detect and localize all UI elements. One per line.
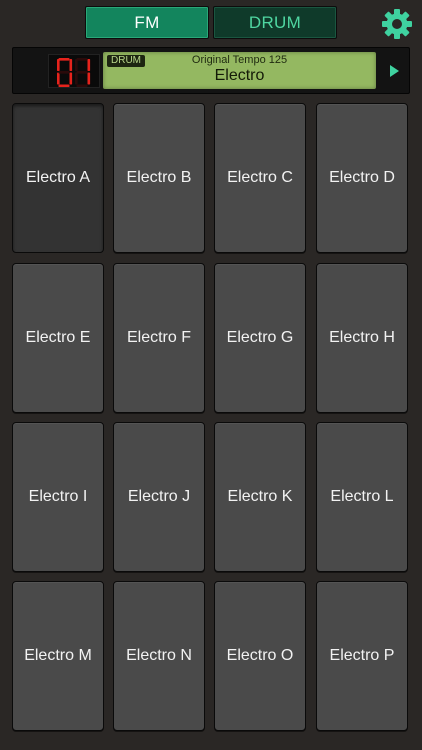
drum-pad-label: Electro K — [227, 488, 293, 505]
drum-pad[interactable]: Electro M — [12, 581, 104, 731]
drum-pad[interactable]: Electro E — [12, 263, 104, 413]
led-segment — [76, 71, 88, 74]
tab-fm[interactable]: FM — [85, 6, 209, 39]
drum-pad-label: Electro O — [226, 647, 294, 664]
tab-drum[interactable]: DRUM — [213, 6, 337, 39]
drum-pad-label: Electro D — [329, 169, 395, 186]
kit-subtitle: Original Tempo 125 — [191, 54, 288, 66]
led-segment — [87, 59, 91, 71]
drum-pad-label: Electro F — [126, 329, 191, 346]
drum-pad-label: Electro H — [329, 329, 395, 346]
drum-pad-label: Electro P — [329, 647, 395, 664]
settings-button[interactable] — [381, 8, 413, 40]
tab-drum-label: DRUM — [248, 12, 302, 32]
kit-title: Electro — [214, 67, 265, 84]
drum-pad-label: Electro C — [227, 169, 293, 186]
tab-fm-label: FM — [134, 12, 160, 32]
kit-lcd-display: DRUM Original Tempo 125 Electro — [103, 52, 376, 89]
gear-icon — [382, 9, 412, 39]
drum-pad[interactable]: Electro D — [316, 103, 408, 253]
drum-pad[interactable]: Electro H — [316, 263, 408, 413]
led-segment — [69, 72, 73, 85]
led-segment — [76, 58, 88, 61]
led-segment — [57, 59, 60, 71]
led-segment — [58, 84, 70, 88]
next-kit-button[interactable] — [384, 61, 404, 81]
mode-tabs: FM DRUM — [85, 6, 337, 41]
drum-pad[interactable]: Electro G — [214, 263, 306, 413]
led-segment — [69, 59, 73, 71]
drum-pad-label: Electro I — [28, 488, 88, 505]
drum-pad[interactable]: Electro N — [113, 581, 205, 731]
led-segment — [57, 72, 60, 85]
drum-pad[interactable]: Electro I — [12, 422, 104, 572]
drum-pad[interactable]: Electro K — [214, 422, 306, 572]
drum-pad[interactable]: Electro L — [316, 422, 408, 572]
drum-pad-label: Electro G — [226, 329, 294, 346]
drum-pad-label: Electro J — [127, 488, 191, 505]
drum-pad-grid: Electro A Electro B Electro C Electro D Elec… — [12, 103, 410, 741]
drum-pad-label: Electro A — [25, 169, 91, 186]
drum-pad[interactable]: Electro A — [12, 103, 104, 253]
drum-pad-label: Electro N — [126, 647, 192, 664]
drum-pad-label: Electro M — [24, 647, 92, 664]
kit-number-display[interactable]: 01 — [48, 54, 100, 88]
drum-pad[interactable]: Electro B — [113, 103, 205, 253]
drum-pad-label: Electro E — [25, 329, 91, 346]
drum-pad[interactable]: Electro J — [113, 422, 205, 572]
led-segment — [75, 59, 78, 71]
kit-header: 01 DRUM Original Tempo 125 Electro — [12, 47, 410, 94]
drum-pad-label: Electro B — [126, 169, 192, 186]
kit-number-digits: 01 — [57, 58, 91, 88]
led-segment — [75, 72, 78, 85]
led-segment — [87, 72, 91, 85]
led-segment — [58, 71, 70, 74]
play-triangle-icon — [390, 65, 399, 77]
drum-pad[interactable]: Electro C — [214, 103, 306, 253]
drum-pad[interactable]: Electro P — [316, 581, 408, 731]
drum-pad[interactable]: Electro O — [214, 581, 306, 731]
drum-pad-label: Electro L — [330, 488, 394, 505]
led-segment — [58, 58, 70, 61]
drum-pad[interactable]: Electro F — [113, 263, 205, 413]
led-segment — [76, 84, 88, 88]
